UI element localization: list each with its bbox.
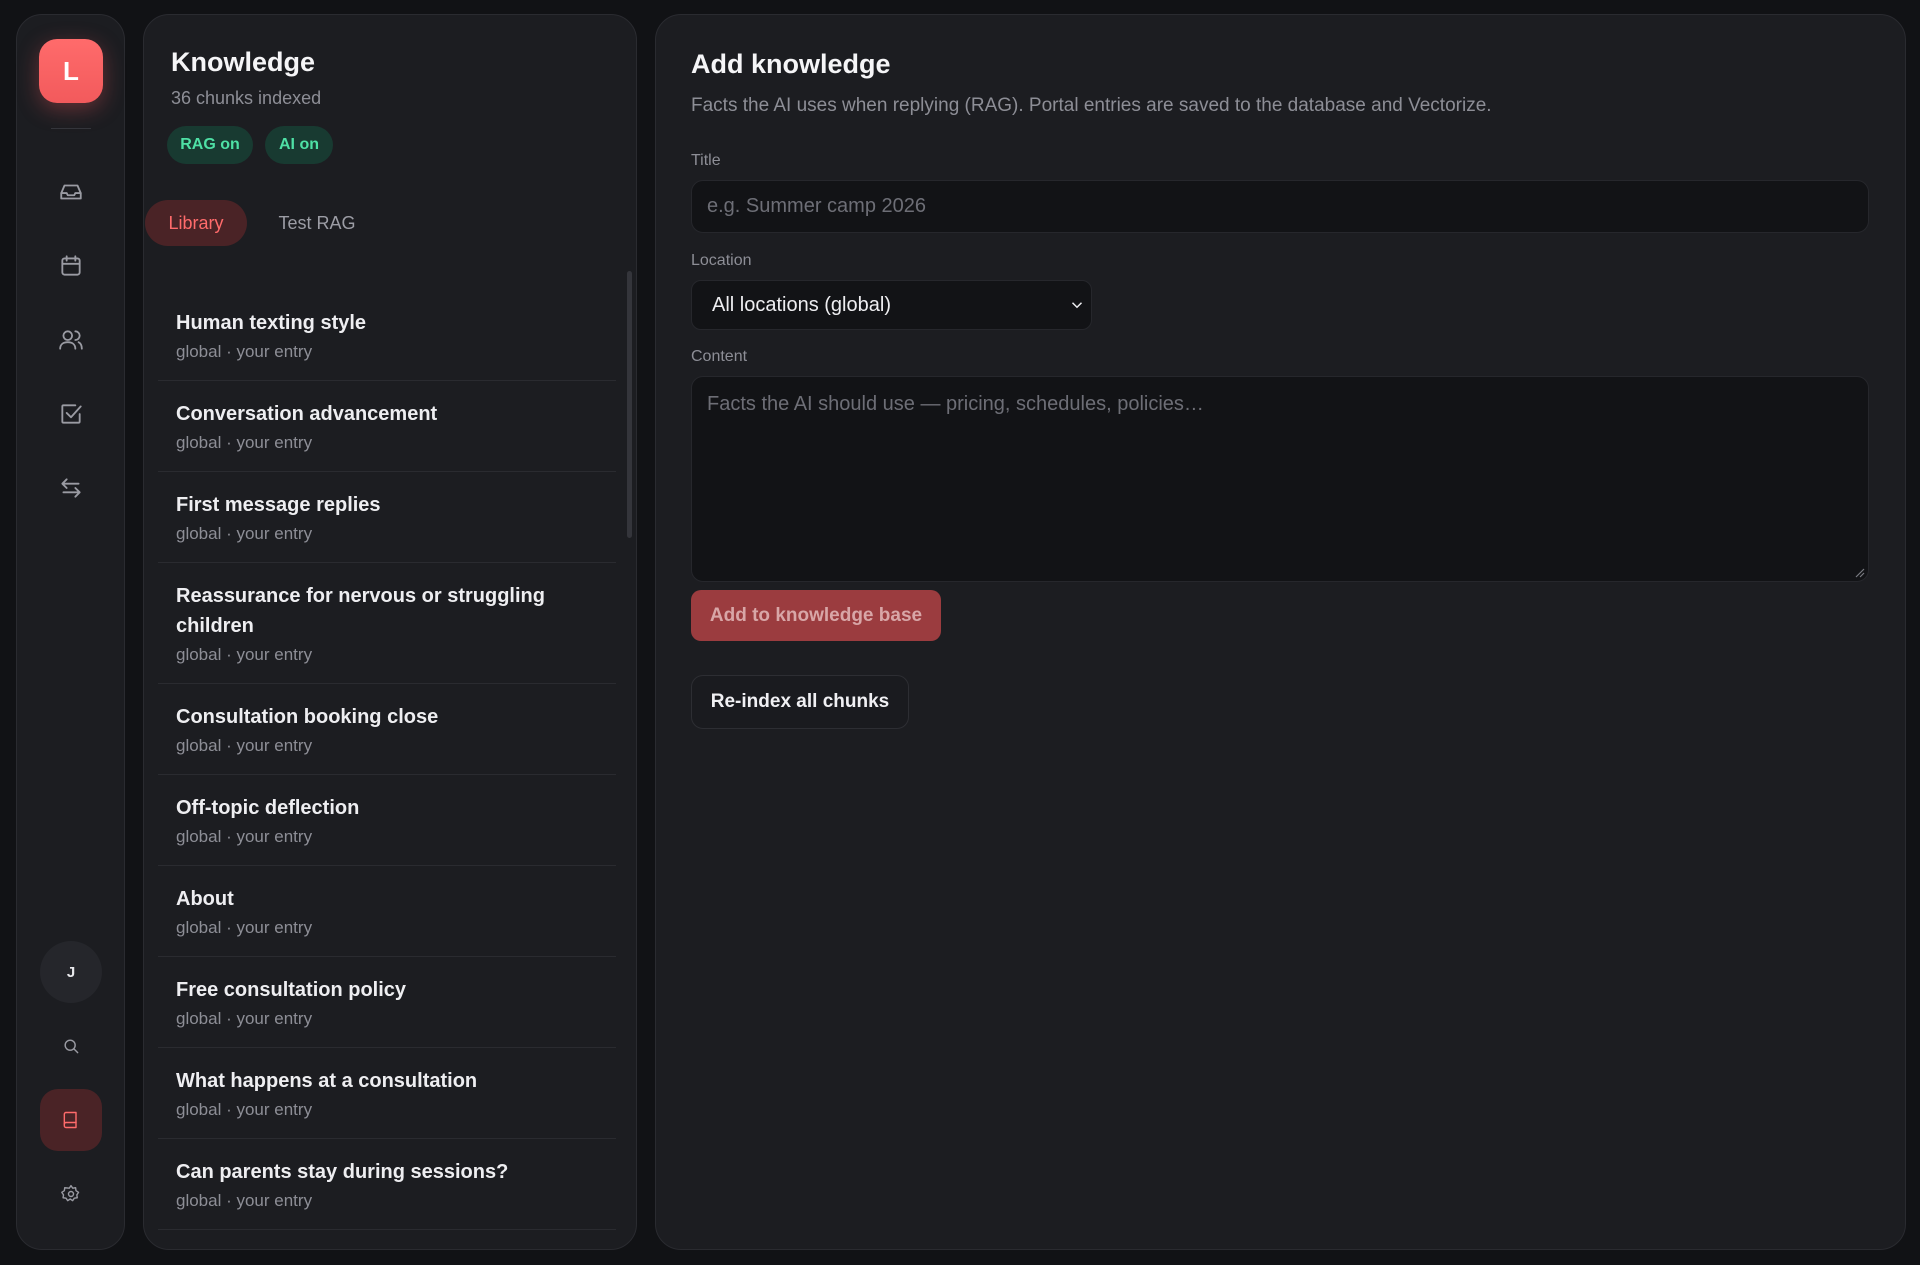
item-title: Consultation booking close	[176, 706, 439, 728]
app-logo[interactable]: L	[39, 39, 103, 103]
title-input[interactable]: e.g. Summer camp 2026	[691, 180, 1869, 233]
item-meta: global · your entry	[176, 918, 313, 937]
list-item[interactable]: Off-topic deflection global · your entry	[158, 775, 616, 866]
list-item[interactable]: Reassurance for nervous or struggling ch…	[158, 563, 616, 684]
panel-title: Knowledge	[171, 47, 316, 77]
ai-status-badge: AI on	[265, 126, 333, 164]
inbox-icon[interactable]	[40, 161, 102, 223]
item-meta: global · your entry	[176, 524, 313, 543]
list-scrollbar[interactable]	[627, 271, 632, 538]
users-icon[interactable]	[40, 309, 102, 371]
item-meta: global · your entry	[176, 827, 313, 846]
location-select[interactable]: All locations (global)	[691, 280, 1092, 330]
knowledge-list: Human texting style global · your entry …	[158, 290, 616, 1230]
form-description: Facts the AI uses when replying (RAG). P…	[691, 95, 1492, 116]
nav-rail: L J	[16, 14, 125, 1250]
tab-test-rag[interactable]: Test RAG	[263, 200, 371, 246]
chevron-down-icon	[1068, 296, 1086, 314]
list-item[interactable]: Conversation advancement global · your e…	[158, 381, 616, 472]
tab-library[interactable]: Library	[145, 200, 247, 246]
list-item[interactable]: Can parents stay during sessions? global…	[158, 1139, 616, 1230]
item-title: Conversation advancement	[176, 403, 438, 425]
list-item[interactable]: About global · your entry	[158, 866, 616, 957]
item-meta: global · your entry	[176, 433, 313, 452]
item-title: Free consultation policy	[176, 979, 407, 1001]
rail-divider	[51, 128, 91, 129]
list-item[interactable]: Free consultation policy global · your e…	[158, 957, 616, 1048]
logo-letter: L	[63, 55, 79, 86]
location-label: Location	[691, 252, 752, 269]
search-icon[interactable]	[40, 1015, 102, 1077]
item-title: Can parents stay during sessions?	[176, 1161, 509, 1183]
item-title: First message replies	[176, 494, 381, 516]
knowledge-panel: Knowledge 36 chunks indexed RAG on AI on…	[143, 14, 637, 1250]
item-meta: global · your entry	[176, 736, 313, 755]
list-item[interactable]: First message replies global · your entr…	[158, 472, 616, 563]
item-title: Off-topic deflection	[176, 797, 360, 819]
item-meta: global · your entry	[176, 1100, 313, 1119]
item-title: Human texting style	[176, 312, 367, 334]
calendar-icon[interactable]	[40, 235, 102, 297]
list-item[interactable]: Consultation booking close global · your…	[158, 684, 616, 775]
list-item[interactable]: Human texting style global · your entry	[158, 290, 616, 381]
list-item[interactable]: What happens at a consultation global · …	[158, 1048, 616, 1139]
title-placeholder: e.g. Summer camp 2026	[707, 195, 926, 217]
transfer-icon[interactable]	[40, 457, 102, 519]
item-title: About	[176, 888, 234, 910]
item-title: Reassurance for nervous or struggling ch…	[176, 585, 545, 637]
item-meta: global · your entry	[176, 1191, 313, 1210]
chunk-count: 36 chunks indexed	[171, 88, 322, 108]
title-label: Title	[691, 152, 721, 169]
rag-status-badge: RAG on	[167, 126, 253, 164]
add-knowledge-panel: Add knowledge Facts the AI uses when rep…	[655, 14, 1906, 1250]
check-square-icon[interactable]	[40, 383, 102, 445]
avatar[interactable]: J	[40, 941, 102, 1003]
item-title: What happens at a consultation	[176, 1070, 478, 1092]
item-meta: global · your entry	[176, 342, 313, 361]
gear-icon[interactable]	[40, 1163, 102, 1225]
location-value: All locations (global)	[712, 293, 891, 316]
content-label: Content	[691, 348, 748, 365]
book-icon[interactable]	[40, 1089, 102, 1151]
resize-handle-icon[interactable]	[1853, 566, 1865, 578]
item-meta: global · your entry	[176, 1009, 313, 1028]
avatar-initial: J	[66, 963, 76, 981]
reindex-button[interactable]: Re-index all chunks	[691, 675, 909, 729]
content-placeholder: Facts the AI should use — pricing, sched…	[707, 393, 1204, 415]
item-meta: global · your entry	[176, 645, 313, 664]
form-title: Add knowledge	[691, 49, 891, 79]
content-textarea[interactable]: Facts the AI should use — pricing, sched…	[691, 376, 1869, 582]
add-to-knowledge-base-button[interactable]: Add to knowledge base	[691, 590, 941, 641]
